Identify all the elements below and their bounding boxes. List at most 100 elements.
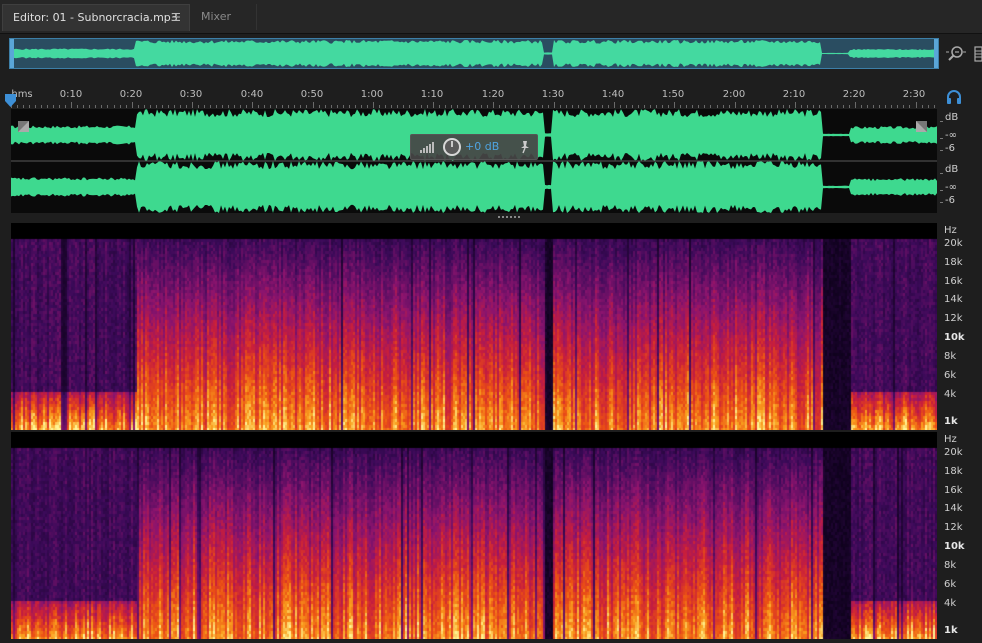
spectrogram-channel-2 [11, 432, 937, 639]
hz-label: 10k [944, 332, 965, 343]
ruler-tick [101, 105, 103, 108]
fade-in-handle[interactable] [18, 121, 29, 132]
ruler-tick [294, 105, 296, 108]
spectral-display-channel-2[interactable] [11, 432, 937, 639]
db-inf-label: -∞ [945, 182, 957, 193]
ruler-tick [511, 105, 513, 108]
hz-label: 20k [944, 447, 963, 458]
ruler-tick [607, 105, 609, 108]
hz-label: 14k [944, 294, 963, 305]
waveform-display[interactable] [11, 109, 937, 213]
ruler-tick [601, 105, 603, 108]
ruler-tick [451, 105, 453, 108]
ruler-label: 2:20 [842, 89, 866, 100]
ruler-tick [276, 105, 278, 108]
time-ruler[interactable]: hms 0:10 0:20 0:30 0:40 0:50 1:00 1:10 1… [9, 88, 937, 108]
ruler-tick [668, 105, 670, 108]
ruler-tick [89, 105, 91, 108]
gain-value[interactable]: +0 dB [465, 140, 499, 153]
ruler-tick [35, 105, 37, 108]
ruler-tick [535, 105, 537, 108]
fade-out-handle[interactable] [916, 121, 927, 132]
ruler-tick [131, 102, 133, 108]
ruler-tick [595, 105, 597, 108]
tab-mixer-label: Mixer [201, 10, 232, 23]
ruler-tick [782, 105, 784, 108]
hz-label: 6k [944, 370, 957, 381]
overview-handle-left[interactable] [10, 39, 14, 68]
ruler-tick [330, 105, 332, 108]
ruler-tick [408, 105, 410, 108]
overview-handle-right[interactable] [934, 39, 938, 68]
ruler-tick [342, 105, 344, 108]
ruler-tick [258, 105, 260, 108]
overview-navigator[interactable] [9, 38, 939, 69]
panel-splitter[interactable] [498, 214, 522, 220]
ruler-tick [197, 105, 199, 108]
ruler-tick [306, 105, 308, 108]
ruler-tick [517, 105, 519, 108]
ruler-tick [734, 102, 736, 108]
playhead-marker[interactable] [5, 94, 16, 107]
volume-knob-icon[interactable] [442, 137, 462, 157]
ruler-tick [933, 105, 935, 108]
ruler-tick [806, 105, 808, 108]
ruler-tick [264, 105, 266, 108]
db-value-label: -6 [945, 195, 955, 206]
tab-mixer[interactable]: Mixer [190, 4, 257, 30]
db-inf-label: -∞ [945, 130, 957, 141]
ruler-tick [318, 105, 320, 108]
ruler-label: 0:40 [240, 89, 264, 100]
ruler-tick [909, 105, 911, 108]
ruler-tick [891, 105, 893, 108]
ruler-tick [571, 105, 573, 108]
ruler-label: 0:30 [179, 89, 203, 100]
ruler-tick [17, 105, 19, 108]
ruler-tick [776, 105, 778, 108]
ruler-tick [764, 105, 766, 108]
ruler-tick [445, 105, 447, 108]
ruler-tick [704, 105, 706, 108]
ruler-tick [439, 105, 441, 108]
ruler-tick [390, 105, 392, 108]
ruler-tick [794, 102, 796, 108]
pin-icon[interactable] [519, 140, 531, 154]
tab-editor[interactable]: Editor: 01 - Subnorcracia.mp3 ☰ [2, 4, 190, 31]
headphones-icon[interactable] [946, 89, 962, 105]
ruler-tick [149, 105, 151, 108]
ruler-tick [620, 105, 622, 108]
ruler-tick [921, 105, 923, 108]
ruler-tick [656, 105, 658, 108]
ruler-tick [167, 105, 169, 108]
ruler-tick [125, 105, 127, 108]
ruler-tick [800, 105, 802, 108]
ruler-tick [71, 102, 73, 108]
panel-toggle-icon[interactable] [974, 44, 982, 64]
ruler-label: 0:10 [59, 89, 83, 100]
ruler-label: 2:30 [902, 89, 926, 100]
spectral-display-channel-1[interactable] [11, 223, 937, 430]
ruler-tick [360, 105, 362, 108]
hz-label: 16k [944, 276, 963, 287]
ruler-tick [692, 105, 694, 108]
ruler-tick [577, 105, 579, 108]
ruler-tick [234, 105, 236, 108]
ruler-tick [95, 105, 97, 108]
hamburger-menu-icon[interactable]: ☰ [171, 5, 181, 31]
ruler-tick [632, 105, 634, 108]
waveform-channels [11, 109, 937, 213]
ruler-tick [680, 105, 682, 108]
hz-label: 4k [944, 389, 957, 400]
ruler-tick [903, 105, 905, 108]
gain-hud[interactable]: +0 dB [410, 134, 538, 160]
ruler-tick [336, 105, 338, 108]
ruler-tick [849, 105, 851, 108]
ruler-tick [372, 102, 374, 108]
ruler-tick [421, 105, 423, 108]
ruler-label: 0:20 [119, 89, 143, 100]
ruler-tick [770, 105, 772, 108]
hz-label: 20k [944, 238, 963, 249]
zoom-magnifier-icon[interactable] [946, 44, 966, 64]
db-scale: dB -∞ -6 dB -∞ -6 [940, 109, 982, 215]
ruler-tick [722, 105, 724, 108]
